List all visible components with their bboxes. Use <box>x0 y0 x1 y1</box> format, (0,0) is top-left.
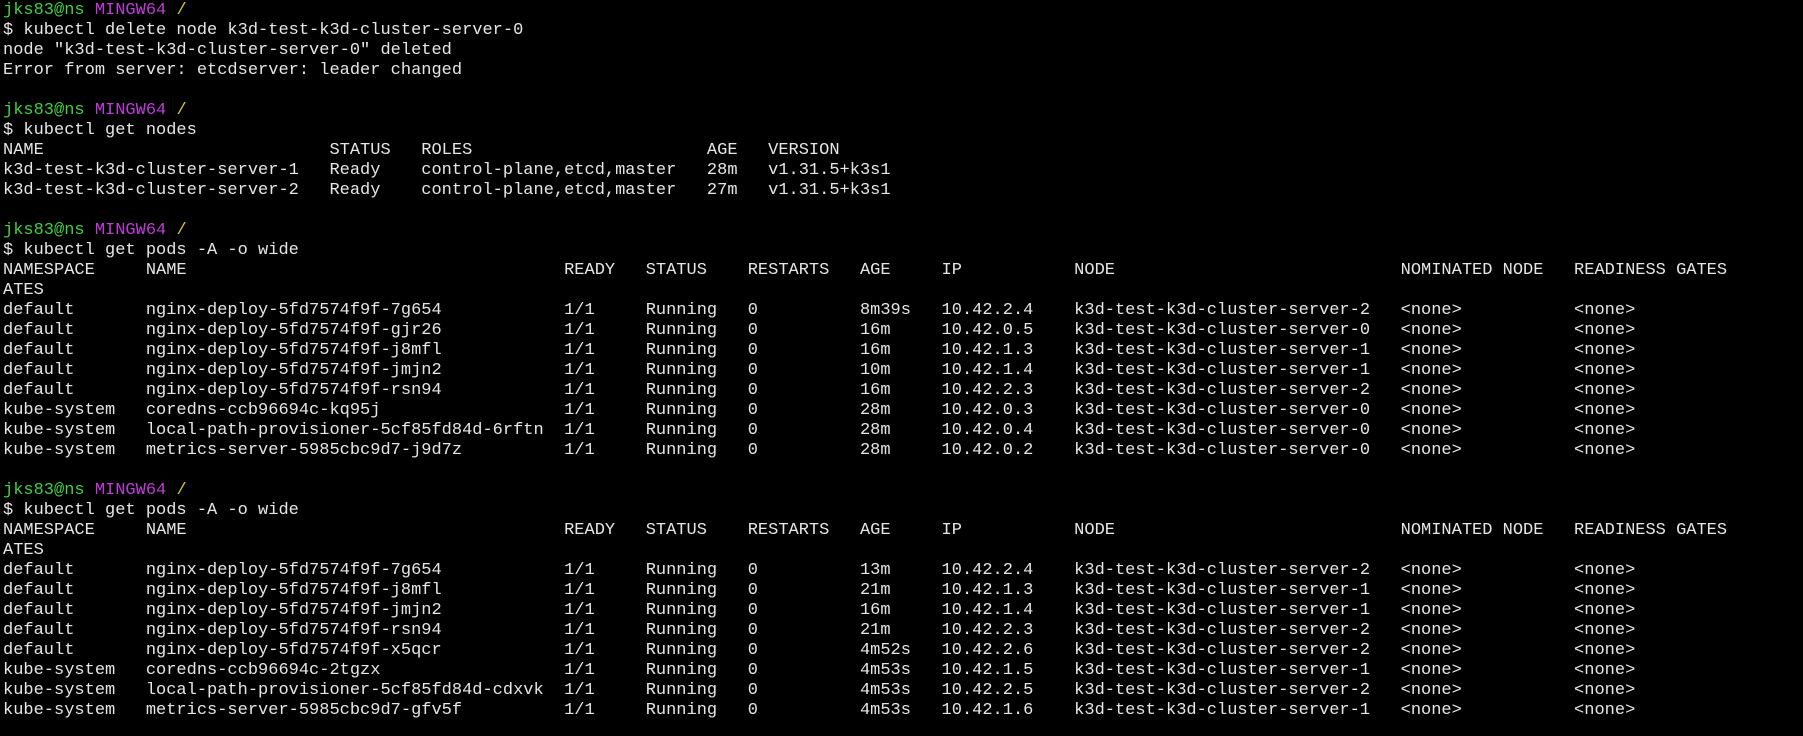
output-text: $ kubectl delete node k3d-test-k3d-clust… <box>3 21 524 40</box>
prompt-host: MINGW64 <box>94 481 167 500</box>
terminal-output-line: $ kubectl get pods -A -o wide <box>3 501 1803 521</box>
output-text: NAME STATUS ROLES AGE VERSION <box>3 141 840 160</box>
output-text: kube-system coredns-ccb96694c-kq95j 1/1 … <box>3 401 1636 420</box>
output-text: $ kubectl get pods -A -o wide <box>3 241 299 260</box>
terminal-output-line: kube-system coredns-ccb96694c-2tgzx 1/1 … <box>3 661 1803 681</box>
prompt-host: MINGW64 <box>94 101 167 120</box>
output-text: default nginx-deploy-5fd7574f9f-x5qcr 1/… <box>3 641 1636 660</box>
output-text: NAMESPACE NAME READY STATUS RESTARTS AGE… <box>3 261 1728 280</box>
terminal-output-line: default nginx-deploy-5fd7574f9f-rsn94 1/… <box>3 621 1803 641</box>
terminal-output-line: k3d-test-k3d-cluster-server-1 Ready cont… <box>3 161 1803 181</box>
output-text: default nginx-deploy-5fd7574f9f-7g654 1/… <box>3 561 1636 580</box>
output-text: default nginx-deploy-5fd7574f9f-j8mfl 1/… <box>3 581 1636 600</box>
output-text: $ kubectl get nodes <box>3 121 197 140</box>
terminal-output-line: default nginx-deploy-5fd7574f9f-gjr26 1/… <box>3 321 1803 341</box>
output-text: kube-system metrics-server-5985cbc9d7-gf… <box>3 701 1636 720</box>
terminal-output-line: Error from server: etcdserver: leader ch… <box>3 61 1803 81</box>
output-text: default nginx-deploy-5fd7574f9f-rsn94 1/… <box>3 381 1636 400</box>
prompt-user: jks83@ns <box>3 481 85 500</box>
output-text: Error from server: etcdserver: leader ch… <box>3 61 463 80</box>
output-text: default nginx-deploy-5fd7574f9f-rsn94 1/… <box>3 621 1636 640</box>
output-text: default nginx-deploy-5fd7574f9f-jmjn2 1/… <box>3 601 1636 620</box>
terminal-output-line: default nginx-deploy-5fd7574f9f-7g654 1/… <box>3 301 1803 321</box>
terminal-output-line: ATES <box>3 281 1803 301</box>
terminal-output-line: default nginx-deploy-5fd7574f9f-jmjn2 1/… <box>3 361 1803 381</box>
prompt-host: MINGW64 <box>94 221 167 240</box>
terminal-output-line: default nginx-deploy-5fd7574f9f-rsn94 1/… <box>3 381 1803 401</box>
terminal-output-line: kube-system metrics-server-5985cbc9d7-j9… <box>3 441 1803 461</box>
output-text: ATES <box>3 541 44 560</box>
terminal-window[interactable]: jks83@ns MINGW64 /$ kubectl delete node … <box>0 0 1803 736</box>
output-text: default nginx-deploy-5fd7574f9f-7g654 1/… <box>3 301 1636 320</box>
output-text: kube-system metrics-server-5985cbc9d7-j9… <box>3 441 1636 460</box>
shell-prompt: jks83@ns MINGW64 / <box>3 1 1803 21</box>
output-text: node "k3d-test-k3d-cluster-server-0" del… <box>3 41 452 60</box>
prompt-path: / <box>176 1 187 20</box>
output-text: ATES <box>3 281 44 300</box>
prompt-path: / <box>176 101 187 120</box>
output-text: kube-system local-path-provisioner-5cf85… <box>3 421 1636 440</box>
prompt-user: jks83@ns <box>3 101 85 120</box>
output-text: $ kubectl get pods -A -o wide <box>3 501 299 520</box>
output-text: default nginx-deploy-5fd7574f9f-jmjn2 1/… <box>3 361 1636 380</box>
terminal-output-line: kube-system local-path-provisioner-5cf85… <box>3 421 1803 441</box>
terminal-output-line: NAMESPACE NAME READY STATUS RESTARTS AGE… <box>3 521 1803 541</box>
terminal-output-line: node "k3d-test-k3d-cluster-server-0" del… <box>3 41 1803 61</box>
terminal-output-line: k3d-test-k3d-cluster-server-2 Ready cont… <box>3 181 1803 201</box>
prompt-path: / <box>176 221 187 240</box>
output-text: default nginx-deploy-5fd7574f9f-j8mfl 1/… <box>3 341 1636 360</box>
output-text: kube-system local-path-provisioner-5cf85… <box>3 681 1636 700</box>
output-text: k3d-test-k3d-cluster-server-1 Ready cont… <box>3 161 891 180</box>
terminal-output-line: default nginx-deploy-5fd7574f9f-j8mfl 1/… <box>3 581 1803 601</box>
terminal-output-line: NAME STATUS ROLES AGE VERSION <box>3 141 1803 161</box>
terminal-output-line: kube-system metrics-server-5985cbc9d7-gf… <box>3 701 1803 721</box>
prompt-user: jks83@ns <box>3 221 85 240</box>
shell-prompt: jks83@ns MINGW64 / <box>3 221 1803 241</box>
terminal-output-line: $ kubectl delete node k3d-test-k3d-clust… <box>3 21 1803 41</box>
shell-prompt: jks83@ns MINGW64 / <box>3 101 1803 121</box>
prompt-user: jks83@ns <box>3 1 85 20</box>
terminal-output-line: $ kubectl get pods -A -o wide <box>3 241 1803 261</box>
output-text: kube-system coredns-ccb96694c-2tgzx 1/1 … <box>3 661 1636 680</box>
terminal-output-line: NAMESPACE NAME READY STATUS RESTARTS AGE… <box>3 261 1803 281</box>
output-text: k3d-test-k3d-cluster-server-2 Ready cont… <box>3 181 891 200</box>
terminal-output-line: ATES <box>3 541 1803 561</box>
terminal-output-line: default nginx-deploy-5fd7574f9f-x5qcr 1/… <box>3 641 1803 661</box>
output-text: default nginx-deploy-5fd7574f9f-gjr26 1/… <box>3 321 1636 340</box>
prompt-path: / <box>176 481 187 500</box>
terminal-output-line: default nginx-deploy-5fd7574f9f-j8mfl 1/… <box>3 341 1803 361</box>
shell-prompt: jks83@ns MINGW64 / <box>3 481 1803 501</box>
terminal-output-line: $ kubectl get nodes <box>3 121 1803 141</box>
output-text: NAMESPACE NAME READY STATUS RESTARTS AGE… <box>3 521 1728 540</box>
prompt-host: MINGW64 <box>94 1 167 20</box>
terminal-output-line: kube-system coredns-ccb96694c-kq95j 1/1 … <box>3 401 1803 421</box>
terminal-output-line: default nginx-deploy-5fd7574f9f-7g654 1/… <box>3 561 1803 581</box>
terminal-output-line: default nginx-deploy-5fd7574f9f-jmjn2 1/… <box>3 601 1803 621</box>
terminal-output-line: kube-system local-path-provisioner-5cf85… <box>3 681 1803 701</box>
